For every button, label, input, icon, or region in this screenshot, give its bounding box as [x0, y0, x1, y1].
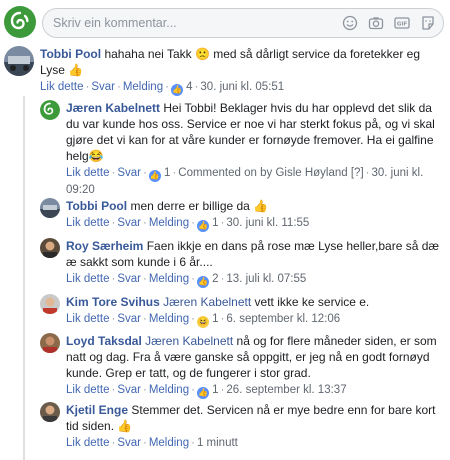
like-link[interactable]: Lik dette	[66, 384, 109, 396]
comment-author[interactable]: Roy Særheim	[66, 239, 143, 253]
reply-link[interactable]: Svar	[117, 437, 141, 449]
message-link[interactable]: Melding	[149, 384, 189, 396]
mention-link[interactable]: Jæren Kabelnett	[145, 334, 233, 348]
avatar[interactable]	[4, 46, 34, 76]
reaction-count[interactable]: 1	[212, 313, 218, 325]
reply-link[interactable]: Svar	[117, 313, 141, 325]
comment-actions: Lik dette · Svar · Melding · 1 minutt	[66, 437, 238, 449]
thread-line	[23, 96, 25, 460]
like-link[interactable]: Lik dette	[66, 313, 109, 325]
message-link[interactable]: Melding	[149, 273, 189, 285]
reply-item: Loyd Taksdal Jæren Kabelnett nå og for f…	[40, 333, 446, 399]
like-link[interactable]: Lik dette	[66, 217, 109, 229]
reaction-count[interactable]: 2	[212, 273, 218, 285]
comment-author[interactable]: Kjetil Enge	[66, 403, 128, 417]
comment-author[interactable]: Tobbi Pool	[66, 199, 127, 213]
camera-icon[interactable]	[367, 14, 385, 32]
comment-actions: Lik dette · Svar · 👍 1 · Commented on by Gisle…	[66, 167, 424, 196]
reply-item: Tobbi Pool men derre er billige da 👍 Lik…	[40, 198, 446, 234]
comment-author[interactable]: Tobbi Pool	[40, 47, 101, 61]
comment-text: men derre er billige da 👍	[130, 199, 269, 213]
comment-actions: Lik dette · Svar · Melding · 👍 2 · 13. juli kl. …	[66, 273, 307, 288]
like-link[interactable]: Lik dette	[66, 167, 109, 179]
comment-time[interactable]: 13. juli kl. 07:55	[226, 273, 306, 285]
avatar[interactable]	[40, 333, 60, 353]
comment-actions: Lik dette · Svar · Melding · 👍 4 · 30. juni kl. …	[40, 81, 285, 96]
reply-link[interactable]: Svar	[117, 384, 141, 396]
like-link[interactable]: Lik dette	[40, 81, 83, 93]
reply-link[interactable]: Svar	[117, 217, 141, 229]
message-link[interactable]: Melding	[123, 81, 163, 93]
like-link[interactable]: Lik dette	[66, 437, 109, 449]
reply-item: Kjetil Enge Stemmer det. Servicen nå er …	[40, 402, 446, 454]
comment-time[interactable]: 6. september kl. 12:06	[226, 313, 340, 325]
comment-author[interactable]: Loyd Taksdal	[66, 334, 142, 348]
reaction-count[interactable]: 4	[186, 81, 192, 93]
like-link[interactable]: Lik dette	[66, 273, 109, 285]
comment-actions: Lik dette · Svar · Melding · 👍 1 · 26. september…	[66, 384, 347, 399]
comment-input[interactable]	[53, 15, 323, 31]
brand-logo-icon	[10, 11, 29, 30]
comment-author[interactable]: Kim Tore Svihus	[66, 295, 160, 309]
emoji-icon[interactable]	[341, 14, 359, 32]
reaction-count[interactable]: 1	[212, 217, 218, 229]
message-link[interactable]: Melding	[149, 313, 189, 325]
page-avatar[interactable]	[40, 100, 60, 120]
sticker-icon[interactable]	[419, 14, 437, 32]
like-reaction-icon: 👍	[170, 84, 183, 96]
gif-icon[interactable]: GIF	[393, 14, 411, 32]
like-reaction-icon: 👍	[196, 276, 209, 288]
reply-item: Roy Særheim Faen ikkje en dans på rose m…	[40, 238, 446, 288]
reply-link[interactable]: Svar	[117, 273, 141, 285]
comment-time[interactable]: 30. juni kl. 05:51	[200, 81, 284, 93]
comment-box[interactable]: GIF	[42, 8, 444, 38]
svg-text:GIF: GIF	[397, 22, 408, 28]
message-link[interactable]: Melding	[149, 217, 189, 229]
comment-time[interactable]: 26. september kl. 13:37	[226, 384, 346, 396]
like-reaction-icon: 👍	[196, 220, 209, 232]
reply-item: Jæren Kabelnett Hei Tobbi! Beklager hvis…	[40, 100, 446, 196]
avatar[interactable]	[40, 198, 60, 218]
comment-author[interactable]: Jæren Kabelnett	[66, 101, 160, 115]
commented-by[interactable]: Commented on by Gisle Høyland [?]	[178, 167, 363, 179]
avatar[interactable]	[40, 294, 60, 314]
avatar[interactable]	[40, 238, 60, 258]
comment-actions: Lik dette · Svar · Melding · 👍 1 · 30. juni kl. …	[66, 217, 310, 232]
reply-item: Kim Tore Svihus Jæren Kabelnett vett ikk…	[40, 294, 446, 330]
compose-row: GIF	[4, 6, 446, 40]
like-reaction-icon: 👍	[196, 387, 209, 399]
reply-link[interactable]: Svar	[91, 81, 115, 93]
mention-link[interactable]: Jæren Kabelnett	[163, 295, 251, 309]
page-avatar	[4, 6, 36, 38]
message-link[interactable]: Melding	[149, 437, 189, 449]
reply-link[interactable]: Svar	[117, 167, 141, 179]
comment-actions: Lik dette · Svar · Melding · 😆 1 · 6. september …	[66, 313, 341, 328]
comment-time[interactable]: 1 minutt	[197, 437, 238, 449]
avatar[interactable]	[40, 402, 60, 422]
comment-text: vett ikke ke service e.	[254, 295, 370, 309]
reaction-count[interactable]: 1	[212, 384, 218, 396]
haha-reaction-icon: 😆	[196, 316, 209, 328]
comment-time[interactable]: 30. juni kl. 11:55	[226, 217, 309, 229]
like-reaction-icon: 👍	[148, 170, 161, 182]
reaction-count[interactable]: 1	[164, 167, 170, 179]
comment-item: Tobbi Pool hahaha nei Takk 🙁 med så dårl…	[4, 46, 446, 98]
